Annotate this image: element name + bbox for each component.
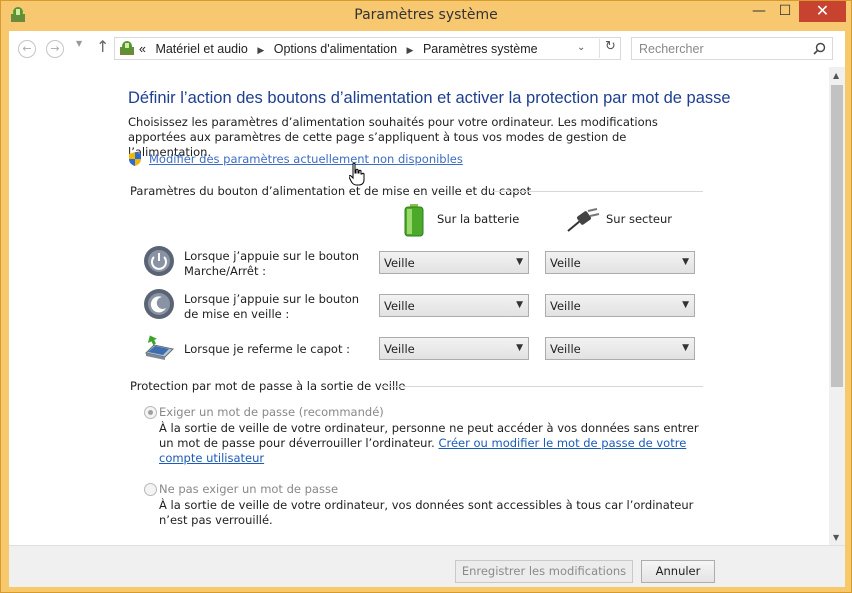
chevron-down-icon: ▼ [682,257,689,267]
scroll-up-icon[interactable]: ▲ [833,71,839,80]
require-password-description: À la sortie de veille de votre ordinateu… [159,421,699,466]
power-button-icon [144,246,174,276]
navigation-bar: ← → ▼ ↑ « Matériel et audio ▶ Options d'… [9,31,845,67]
section-divider [381,386,703,387]
plugged-column-header: Sur secteur [606,212,672,226]
require-password-label[interactable]: Exiger un mot de passe (recommandé) [159,405,384,419]
power-buttons-section-title: Paramètres du bouton d’alimentation et d… [130,184,532,198]
title-bar[interactable]: Paramètres système — ☐ ✕ [1,1,851,31]
window-title: Paramètres système [354,7,498,23]
close-button[interactable]: ✕ [799,1,846,22]
sleep-button-plugged-select[interactable]: Veille ▼ [545,294,695,317]
uac-shield-icon [129,152,141,166]
select-value: Veille [384,256,415,270]
sleep-button-row-label: Lorsque j’appuie sur le bouton de mise e… [184,292,360,321]
window: Paramètres système — ☐ ✕ ← → ▼ ↑ « Matér… [0,0,852,593]
chevron-down-icon: ▼ [516,300,523,310]
content-pane: Définir l’action des boutons d’alimentat… [9,67,829,545]
select-value: Veille [550,342,581,356]
select-value: Veille [384,342,415,356]
breadcrumb-separator-icon[interactable]: ▶ [257,45,264,55]
chevron-down-icon: ▼ [516,257,523,267]
minimize-button[interactable]: — [746,1,772,23]
no-password-label[interactable]: Ne pas exiger un mot de passe [159,482,338,496]
address-dropdown-icon[interactable]: ⌄ [577,42,585,53]
select-value: Veille [384,299,415,313]
maximize-button[interactable]: ☐ [772,1,798,23]
section-divider [491,191,703,192]
back-button[interactable]: ← [18,40,36,58]
chevron-down-icon: ▼ [682,300,689,310]
breadcrumb-hardware[interactable]: Matériel et audio [155,42,247,56]
save-changes-button[interactable]: Enregistrer les modifications [455,560,633,583]
lid-battery-select[interactable]: Veille ▼ [379,337,529,360]
breadcrumb-system-settings[interactable]: Paramètres système [423,42,538,56]
address-bar[interactable]: « Matériel et audio ▶ Options d'alimenta… [114,37,621,60]
vertical-scrollbar[interactable]: ▲ ▼ [829,67,845,545]
power-plug-icon [567,208,600,232]
power-button-row-label: Lorsque j’appuie sur le bouton Marche/Ar… [184,249,360,278]
recent-locations-icon[interactable]: ▼ [76,39,82,48]
search-input[interactable]: Rechercher [639,42,704,56]
modify-unavailable-settings-link[interactable]: Modifier des paramètres actuellement non… [149,152,463,166]
cancel-button[interactable]: Annuler [641,560,715,583]
forward-button[interactable]: → [46,40,64,58]
footer-bar: Enregistrer les modifications Annuler [9,545,845,587]
control-panel-icon [120,41,134,55]
refresh-icon[interactable]: ↻ [599,39,621,58]
password-section-title: Protection par mot de passe à la sortie … [130,379,406,393]
search-icon[interactable] [813,42,826,55]
chevron-down-icon: ▼ [516,343,523,353]
no-password-description: À la sortie de veille de votre ordinateu… [159,498,694,527]
scroll-down-icon[interactable]: ▼ [833,533,839,542]
search-box[interactable]: Rechercher [631,37,833,60]
up-button[interactable]: ↑ [96,37,109,56]
lid-plugged-select[interactable]: Veille ▼ [545,337,695,360]
select-value: Veille [550,299,581,313]
battery-column-header: Sur la batterie [437,212,520,226]
chevron-down-icon: ▼ [682,343,689,353]
laptop-lid-icon [144,335,175,360]
breadcrumb-overflow[interactable]: « [139,42,146,56]
require-password-radio[interactable] [144,406,157,419]
no-password-radio[interactable] [144,483,157,496]
breadcrumb: « Matériel et audio ▶ Options d'alimenta… [139,42,538,56]
battery-icon [404,204,424,237]
breadcrumb-power-options[interactable]: Options d'alimentation [274,42,397,56]
select-value: Veille [550,256,581,270]
breadcrumb-separator-icon[interactable]: ▶ [407,45,414,55]
hand-cursor-icon [349,162,365,186]
page-title: Définir l’action des boutons d’alimentat… [128,89,731,107]
sleep-button-icon [144,289,174,319]
lid-row-label: Lorsque je referme le capot : [184,342,351,356]
sleep-button-battery-select[interactable]: Veille ▼ [379,294,529,317]
power-button-plugged-select[interactable]: Veille ▼ [545,251,695,274]
scrollbar-thumb[interactable] [831,85,843,387]
power-button-battery-select[interactable]: Veille ▼ [379,251,529,274]
